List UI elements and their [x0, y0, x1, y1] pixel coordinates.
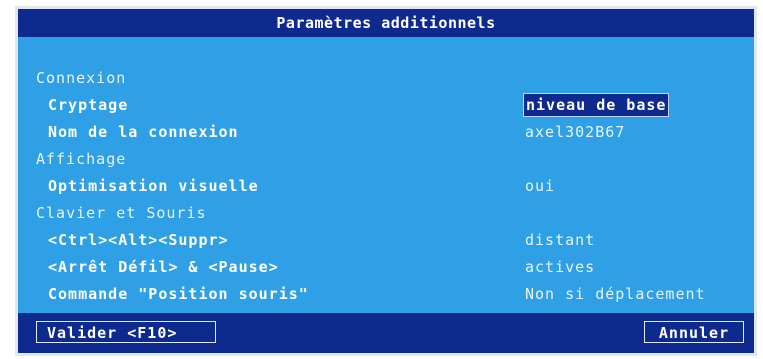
visual-optimization-value[interactable]: oui — [525, 177, 555, 195]
mouse-position-command-value[interactable]: Non si déplacement — [525, 285, 706, 303]
connection-name-value[interactable]: axel302B67 — [525, 123, 625, 141]
ctrl-alt-del-label: <Ctrl><Alt><Suppr> — [48, 231, 229, 249]
validate-button[interactable]: Valider <F10> — [36, 321, 216, 343]
cryptage-label: Cryptage — [48, 96, 129, 114]
mouse-position-command-label: Commande "Position souris" — [48, 285, 309, 303]
connection-name-label: Nom de la connexion — [48, 123, 239, 141]
cryptage-value[interactable]: niveau de base — [523, 93, 670, 117]
screen: Paramètres additionnels Connexion Crypta… — [0, 0, 763, 359]
footer-bar: Valider <F10> Annuler — [18, 313, 754, 353]
section-affichage-label: Affichage — [36, 150, 127, 168]
dialog-title: Paramètres additionnels — [18, 9, 754, 37]
ctrl-alt-del-value[interactable]: distant — [525, 231, 595, 249]
section-keyboard-mouse-label: Clavier et Souris — [36, 204, 207, 222]
section-connexion-label: Connexion — [36, 69, 127, 87]
scroll-lock-pause-label: <Arrêt Défil> & <Pause> — [48, 258, 279, 276]
additional-settings-dialog: Paramètres additionnels Connexion Crypta… — [15, 6, 757, 356]
visual-optimization-label: Optimisation visuelle — [48, 177, 259, 195]
scroll-lock-pause-value[interactable]: actives — [525, 258, 595, 276]
cancel-button[interactable]: Annuler — [644, 321, 744, 343]
